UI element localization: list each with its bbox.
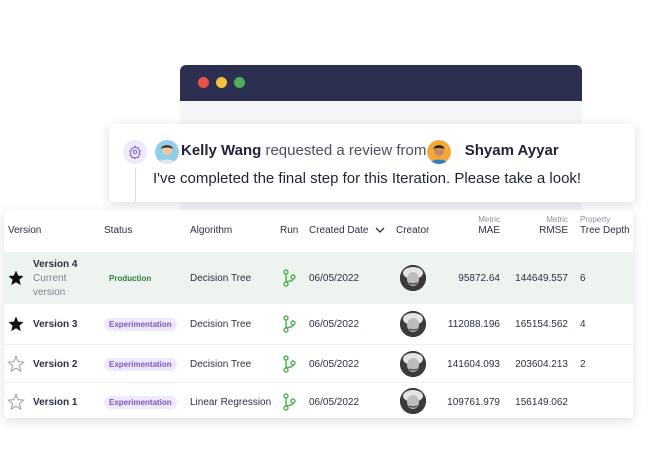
table-row[interactable]: Version 3 Experimentation Decision Tree … — [4, 304, 633, 344]
created-date-cell: 06/05/2022 — [309, 273, 360, 284]
requester-name[interactable]: Kelly Wang — [181, 142, 261, 159]
version-name[interactable]: Version 2 — [33, 359, 77, 370]
column-header-mae[interactable]: MAE — [478, 225, 500, 236]
timeline-connector — [135, 168, 136, 202]
created-date-cell: 06/05/2022 — [309, 319, 360, 330]
tree-depth-cell: 4 — [580, 319, 586, 330]
star-filled-icon[interactable] — [7, 315, 25, 333]
reviewer-name[interactable]: Shyam Ayyar — [465, 142, 559, 159]
version-name[interactable]: Version 1 — [33, 397, 77, 408]
git-branch-icon[interactable] — [282, 355, 296, 373]
version-subtitle: Current — [33, 273, 67, 284]
table-row[interactable]: Version 2 Experimentation Decision Tree … — [4, 344, 633, 383]
mae-cell: 109761.979 — [447, 397, 500, 408]
mae-group-label: Metric — [478, 215, 500, 224]
chevron-down-icon[interactable] — [375, 226, 385, 234]
column-header-creator[interactable]: Creator — [396, 225, 429, 236]
column-header-run[interactable]: Run — [280, 225, 298, 236]
created-date-label: Created Date — [309, 225, 369, 236]
table-row[interactable]: Version 4 Current version Production Dec… — [4, 252, 633, 304]
algorithm-cell: Decision Tree — [190, 319, 252, 330]
column-header-status[interactable]: Status — [104, 225, 132, 236]
maximize-window-dot[interactable] — [234, 77, 245, 88]
column-header-tree-depth[interactable]: Tree Depth — [580, 225, 630, 236]
version-subtitle: version — [33, 287, 66, 298]
algorithm-cell: Decision Tree — [190, 359, 252, 370]
status-badge: Production — [109, 274, 152, 283]
git-branch-icon[interactable] — [282, 393, 296, 411]
version-name[interactable]: Version 4 — [33, 259, 77, 270]
table-row[interactable]: Version 1 Experimentation Linear Regress… — [4, 382, 633, 418]
review-request-line: Kelly Wang requested a review from Shyam… — [181, 142, 559, 159]
git-branch-icon[interactable] — [282, 315, 296, 333]
version-name[interactable]: Version 3 — [33, 319, 77, 330]
requester-avatar — [155, 140, 179, 164]
review-message: I've completed the final step for this I… — [153, 170, 582, 187]
rmse-cell: 165154.562 — [515, 319, 568, 330]
git-branch-icon[interactable] — [282, 269, 296, 287]
column-header-version[interactable]: Version — [8, 225, 41, 236]
review-action-text: requested a review from — [265, 142, 427, 159]
minimize-window-dot[interactable] — [216, 77, 227, 88]
depth-group-label: Property — [580, 215, 611, 224]
status-badge: Experimentation — [104, 396, 177, 409]
creator-avatar[interactable] — [400, 265, 426, 291]
star-filled-icon[interactable] — [7, 269, 25, 287]
versions-table: Version Status Algorithm Run Created Dat… — [4, 210, 633, 418]
rmse-cell: 203604.213 — [515, 359, 568, 370]
mae-cell: 95872.64 — [458, 273, 500, 284]
creator-avatar[interactable] — [400, 388, 426, 414]
mae-cell: 141604.093 — [447, 359, 500, 370]
gear-icon — [123, 140, 147, 164]
algorithm-cell: Decision Tree — [190, 273, 252, 284]
rmse-cell: 144649.557 — [515, 273, 568, 284]
creator-avatar[interactable] — [400, 351, 426, 377]
review-request-card: Kelly Wang requested a review from Shyam… — [109, 124, 635, 202]
status-badge: Experimentation — [104, 358, 177, 371]
column-header-created-date[interactable]: Created Date — [309, 225, 385, 236]
rmse-cell: 156149.062 — [515, 397, 568, 408]
created-date-cell: 06/05/2022 — [309, 397, 360, 408]
window-title-bar — [180, 65, 582, 101]
mae-cell: 112088.196 — [447, 319, 500, 330]
created-date-cell: 06/05/2022 — [309, 359, 360, 370]
column-header-rmse[interactable]: RMSE — [539, 225, 568, 236]
rmse-group-label: Metric — [546, 215, 568, 224]
status-badge: Experimentation — [104, 318, 177, 331]
creator-avatar[interactable] — [400, 311, 426, 337]
star-outline-icon[interactable] — [7, 355, 25, 373]
column-header-algorithm[interactable]: Algorithm — [190, 225, 232, 236]
reviewer-avatar — [427, 140, 451, 164]
star-outline-icon[interactable] — [7, 393, 25, 411]
tree-depth-cell: 6 — [580, 273, 586, 284]
tree-depth-cell: 2 — [580, 359, 586, 370]
close-window-dot[interactable] — [198, 77, 209, 88]
algorithm-cell: Linear Regression — [190, 397, 272, 408]
